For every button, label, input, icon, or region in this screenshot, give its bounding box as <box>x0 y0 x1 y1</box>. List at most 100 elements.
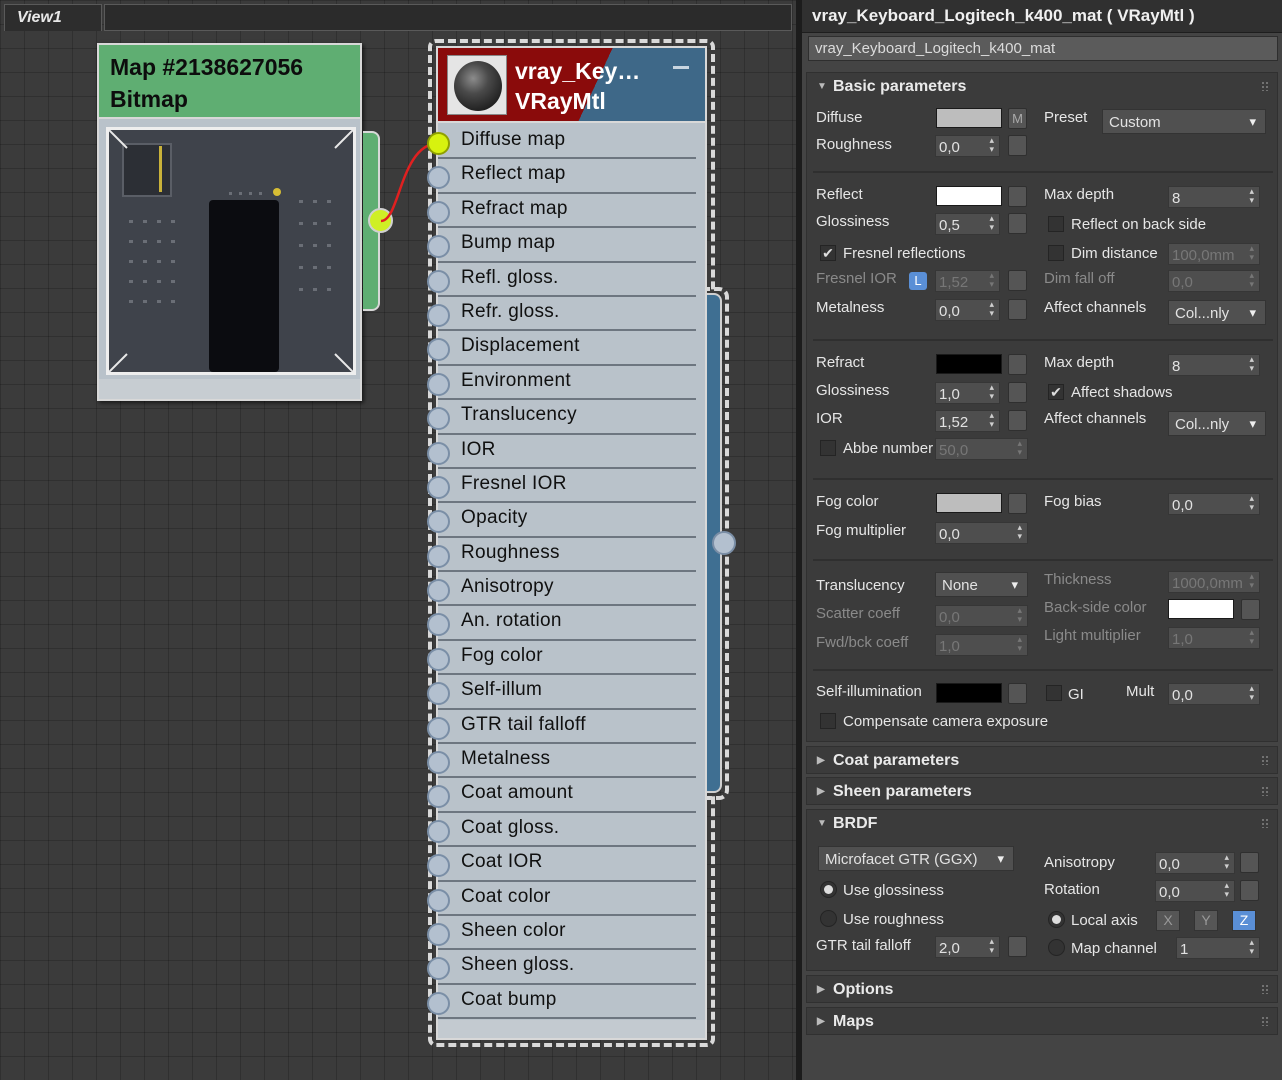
self-illumination-mult-spinner[interactable]: 0,0 <box>1168 683 1260 705</box>
input-socket[interactable] <box>427 751 450 775</box>
diffuse-map-button[interactable]: M <box>1008 108 1027 129</box>
preset-dropdown[interactable]: Custom <box>1102 109 1266 134</box>
material-slot[interactable]: Translucency <box>427 400 696 435</box>
self-illumination-map-button[interactable] <box>1008 683 1027 704</box>
diffuse-color-swatch[interactable] <box>936 108 1002 128</box>
refract-glossiness-spinner[interactable]: 1,0 <box>935 382 1000 404</box>
anisotropy-map-button[interactable] <box>1240 852 1259 873</box>
fog-bias-spinner[interactable]: 0,0 <box>1168 493 1260 515</box>
metalness-map-button[interactable] <box>1008 299 1027 320</box>
rotation-map-button[interactable] <box>1240 880 1259 901</box>
input-socket[interactable] <box>427 579 450 603</box>
gtr-tail-falloff-spinner[interactable]: 2,0 <box>935 936 1000 958</box>
fwd-bck-coeff-spinner[interactable]: 1,0 <box>935 634 1028 656</box>
input-socket[interactable] <box>427 441 450 465</box>
input-socket[interactable] <box>427 854 450 878</box>
drag-grip-icon[interactable] <box>1261 984 1269 994</box>
dim-falloff-spinner[interactable]: 0,0 <box>1168 270 1260 292</box>
roughness-map-button[interactable] <box>1008 135 1027 156</box>
reflect-glossiness-map-button[interactable] <box>1008 213 1027 234</box>
input-socket[interactable] <box>427 888 450 912</box>
input-socket[interactable] <box>427 785 450 809</box>
material-node-header[interactable]: vray_Key… VRayMtl <box>438 48 705 123</box>
light-multiplier-spinner[interactable]: 1,0 <box>1168 627 1260 649</box>
fresnel-ior-lock-button[interactable]: L <box>909 272 927 290</box>
rotation-spinner[interactable]: 0,0 <box>1155 880 1235 902</box>
refract-map-button[interactable] <box>1008 354 1027 375</box>
material-slot[interactable]: GTR tail falloff <box>427 710 696 745</box>
material-slot[interactable]: Metalness <box>427 744 696 779</box>
drag-grip-icon[interactable] <box>1261 755 1269 765</box>
input-socket[interactable] <box>427 235 450 259</box>
ior-spinner[interactable]: 1,52 <box>935 410 1000 432</box>
compensate-exposure-checkbox[interactable] <box>820 713 836 729</box>
material-slot[interactable]: Anisotropy <box>427 572 696 607</box>
input-socket[interactable] <box>427 303 450 327</box>
refract-max-depth-spinner[interactable]: 8 <box>1168 354 1260 376</box>
fresnel-ior-spinner[interactable]: 1,52 <box>935 270 1000 292</box>
material-slot[interactable]: Roughness <box>427 538 696 573</box>
material-slot[interactable]: Bump map <box>427 228 696 263</box>
abbe-number-checkbox[interactable] <box>820 440 836 456</box>
material-slot[interactable]: Coat bump <box>427 985 696 1020</box>
material-slot[interactable]: Reflect map <box>427 159 696 194</box>
use-glossiness-radio[interactable] <box>820 881 837 898</box>
abbe-number-spinner[interactable]: 50,0 <box>935 438 1028 460</box>
input-socket[interactable] <box>427 372 450 396</box>
drag-grip-icon[interactable] <box>1261 786 1269 796</box>
maps-rollout[interactable]: ▶ Maps <box>806 1007 1278 1035</box>
input-socket[interactable] <box>427 819 450 843</box>
map-channel-radio[interactable] <box>1048 939 1065 956</box>
material-slot[interactable]: Fresnel IOR <box>427 469 696 504</box>
self-illumination-color-swatch[interactable] <box>936 683 1002 703</box>
input-socket[interactable] <box>427 957 450 981</box>
material-output-socket[interactable] <box>712 531 736 555</box>
material-slot[interactable]: An. rotation <box>427 606 696 641</box>
material-name-field[interactable]: vray_Keyboard_Logitech_k400_mat <box>808 36 1278 61</box>
material-slot[interactable]: Coat color <box>427 882 696 916</box>
reflect-map-button[interactable] <box>1008 186 1027 207</box>
material-slot[interactable]: Coat IOR <box>427 847 696 882</box>
scatter-coeff-spinner[interactable]: 0,0 <box>935 605 1028 627</box>
node-editor-view[interactable]: View1 Map #2138627056 Bitmap vray_Key… V… <box>0 0 796 1080</box>
material-slot[interactable]: Sheen gloss. <box>427 950 696 985</box>
gtr-tail-falloff-map-button[interactable] <box>1008 936 1027 957</box>
axis-y-button[interactable]: Y <box>1194 910 1218 931</box>
brdf-header[interactable]: ▼ BRDF <box>807 810 1277 838</box>
roughness-spinner[interactable]: 0,0 <box>935 135 1000 157</box>
dim-distance-checkbox[interactable] <box>1048 245 1064 261</box>
material-slot[interactable]: Sheen color <box>427 916 696 951</box>
back-side-color-swatch[interactable] <box>1168 599 1234 619</box>
material-slot[interactable]: IOR <box>427 435 696 469</box>
thickness-spinner[interactable]: 1000,0mm <box>1168 571 1260 593</box>
material-slot[interactable]: Fog color <box>427 641 696 676</box>
vray-material-node[interactable]: vray_Key… VRayMtl Diffuse map Reflect map… <box>427 46 707 1040</box>
use-roughness-radio[interactable] <box>820 910 837 927</box>
material-slot[interactable]: Displacement <box>427 331 696 366</box>
fog-color-swatch[interactable] <box>936 493 1002 513</box>
axis-z-button[interactable]: Z <box>1232 910 1256 931</box>
input-socket[interactable] <box>427 682 450 706</box>
anisotropy-spinner[interactable]: 0,0 <box>1155 852 1235 874</box>
axis-x-button[interactable]: X <box>1156 910 1180 931</box>
input-socket[interactable] <box>427 407 450 431</box>
material-slot[interactable]: Refl. gloss. <box>427 263 696 297</box>
refract-affect-channels-dropdown[interactable]: Col...nly <box>1168 411 1266 436</box>
reflect-affect-channels-dropdown[interactable]: Col...nly <box>1168 300 1266 325</box>
reflect-back-side-checkbox[interactable] <box>1048 216 1064 232</box>
reflect-max-depth-spinner[interactable]: 8 <box>1168 186 1260 208</box>
input-socket[interactable] <box>427 132 450 155</box>
drag-grip-icon[interactable] <box>1261 81 1269 91</box>
input-socket[interactable] <box>427 200 450 224</box>
drag-grip-icon[interactable] <box>1261 818 1269 828</box>
input-socket[interactable] <box>427 647 450 671</box>
material-slot[interactable]: Refract map <box>427 194 696 229</box>
material-slot[interactable]: Refr. gloss. <box>427 297 696 332</box>
brdf-type-dropdown[interactable]: Microfacet GTR (GGX) <box>818 846 1014 871</box>
input-socket[interactable] <box>427 338 450 362</box>
input-socket[interactable] <box>427 269 450 293</box>
ior-map-button[interactable] <box>1008 410 1027 431</box>
metalness-spinner[interactable]: 0,0 <box>935 299 1000 321</box>
input-socket[interactable] <box>427 716 450 740</box>
drag-grip-icon[interactable] <box>1261 1016 1269 1026</box>
